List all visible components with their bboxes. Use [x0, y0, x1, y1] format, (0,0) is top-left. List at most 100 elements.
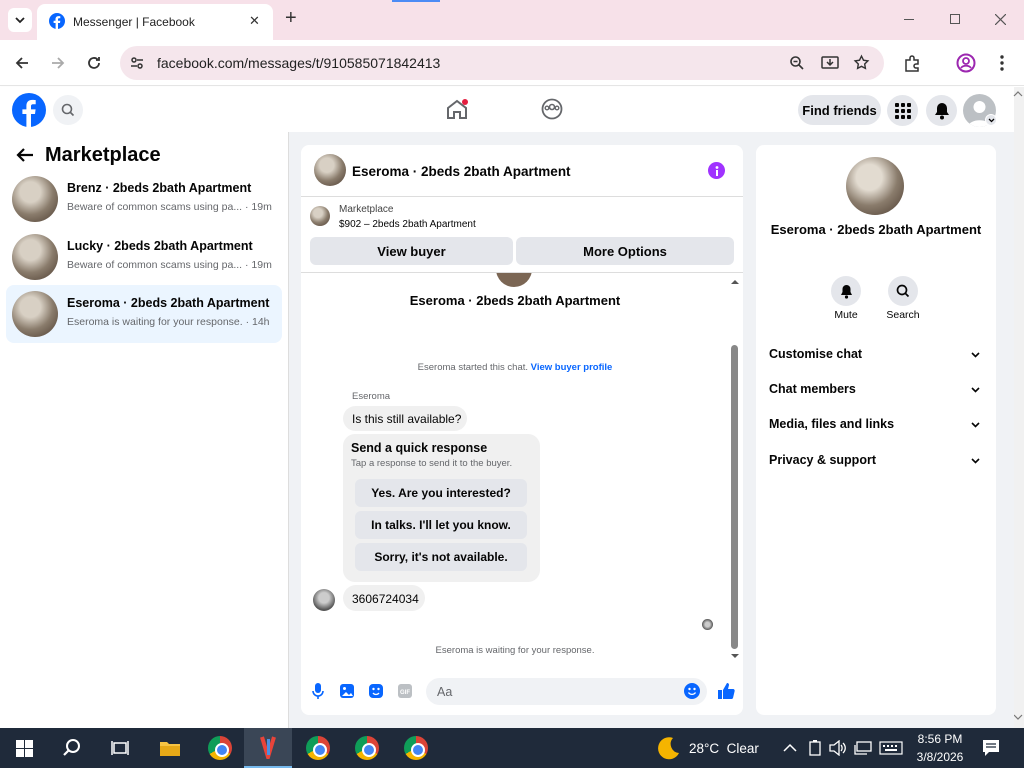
- search-icon: [61, 103, 75, 117]
- scroll-down-icon[interactable]: [730, 653, 740, 659]
- start-button[interactable]: [0, 728, 48, 768]
- sticker-icon[interactable]: [369, 684, 383, 698]
- conversation-item-lucky[interactable]: Lucky · 2beds 2bath Apartment Beware of …: [6, 228, 282, 286]
- quick-response-title: Send a quick response: [351, 441, 488, 455]
- task-view-button[interactable]: [96, 728, 144, 768]
- scroll-up-icon[interactable]: [1013, 91, 1023, 97]
- seen-indicator-avatar: [702, 619, 713, 630]
- conversation-name: Lucky · 2beds 2bath Apartment: [67, 239, 253, 253]
- address-bar[interactable]: facebook.com/messages/t/910585071842413: [120, 46, 884, 80]
- back-arrow-icon[interactable]: [15, 147, 35, 163]
- network-icon[interactable]: [854, 741, 872, 755]
- file-explorer-button[interactable]: [146, 728, 194, 768]
- waiting-notice: Eseroma is waiting for your response.: [435, 645, 595, 656]
- header-divider: [301, 196, 743, 197]
- facebook-logo-icon[interactable]: [12, 93, 46, 127]
- quick-reply-sorry[interactable]: Sorry, it's not available.: [355, 543, 527, 571]
- search-icon: [63, 739, 80, 756]
- conversation-item-eseroma[interactable]: Eseroma · 2beds 2bath Apartment Eseroma …: [6, 285, 282, 343]
- extensions-icon[interactable]: [903, 54, 921, 72]
- tab-search-button[interactable]: [8, 8, 32, 32]
- account-chevron[interactable]: [985, 114, 997, 126]
- zoom-icon[interactable]: [789, 55, 805, 71]
- gif-icon[interactable]: GIF: [398, 684, 412, 698]
- listing-divider: [301, 272, 743, 273]
- battery-icon[interactable]: [808, 740, 822, 756]
- like-thumb-icon[interactable]: [717, 682, 735, 700]
- facebook-search-button[interactable]: [53, 95, 83, 125]
- chrome-taskbar-button-3[interactable]: [343, 728, 391, 768]
- restore-icon[interactable]: [950, 14, 960, 24]
- listing-thumbnail: [310, 206, 330, 226]
- view-buyer-button[interactable]: View buyer: [310, 237, 513, 265]
- quick-reply-yes[interactable]: Yes. Are you interested?: [355, 479, 527, 507]
- search-in-chat-button[interactable]: [888, 276, 918, 306]
- reload-icon[interactable]: [86, 55, 102, 71]
- forward-arrow-icon[interactable]: [50, 55, 66, 71]
- section-privacy-support[interactable]: Privacy & support: [769, 453, 984, 467]
- windows-logo-icon: [15, 739, 33, 757]
- close-tab-icon[interactable]: ✕: [249, 13, 260, 29]
- emoji-icon[interactable]: [684, 683, 700, 699]
- more-options-button[interactable]: More Options: [516, 237, 734, 265]
- app-icon: [260, 736, 276, 759]
- bookmark-star-icon[interactable]: [853, 54, 870, 71]
- section-customise-chat[interactable]: Customise chat: [769, 347, 984, 361]
- conversation-item-brenz[interactable]: Brenz · 2beds 2bath Apartment Beware of …: [6, 170, 282, 228]
- chrome-taskbar-button-1[interactable]: [196, 728, 244, 768]
- details-avatar[interactable]: [846, 157, 904, 215]
- weather-widget[interactable]: 28°C Clear: [655, 728, 765, 768]
- chevron-down-icon: [15, 17, 25, 24]
- chevron-up-icon[interactable]: [783, 743, 797, 752]
- message-text: 3606724034: [352, 592, 419, 606]
- chat-avatar[interactable]: [314, 154, 346, 186]
- message-bubble[interactable]: Is this still available?: [343, 406, 467, 431]
- site-settings-icon[interactable]: [129, 55, 145, 71]
- taskbar-search-button[interactable]: [48, 728, 96, 768]
- tab-messenger[interactable]: Messenger | Facebook ✕: [37, 4, 273, 40]
- back-arrow-icon[interactable]: [14, 55, 30, 71]
- scroll-up-icon[interactable]: [730, 279, 740, 285]
- task-view-icon: [111, 741, 129, 755]
- scroll-down-icon[interactable]: [1013, 714, 1023, 720]
- chrome-taskbar-button-2[interactable]: [294, 728, 342, 768]
- clock[interactable]: 8:56 PM 3/8/2026: [910, 730, 970, 766]
- keyboard-icon[interactable]: [879, 741, 903, 755]
- sender-avatar[interactable]: [313, 589, 335, 611]
- notifications-button[interactable]: [926, 95, 957, 126]
- home-icon[interactable]: [445, 98, 469, 120]
- view-buyer-profile-link[interactable]: View buyer profile: [531, 362, 613, 373]
- microphone-icon[interactable]: [312, 683, 324, 699]
- chat-scrollbar-thumb[interactable]: [731, 345, 738, 649]
- menu-button[interactable]: [887, 95, 918, 126]
- section-chat-members[interactable]: Chat members: [769, 382, 984, 396]
- find-friends-button[interactable]: Find friends: [798, 95, 881, 125]
- message-bubble[interactable]: 3606724034: [343, 585, 425, 611]
- install-app-icon[interactable]: [821, 55, 839, 71]
- mute-button[interactable]: [831, 276, 861, 306]
- message-input[interactable]: Aa: [426, 678, 707, 705]
- active-app-button[interactable]: [244, 728, 292, 768]
- conversation-name: Brenz · 2beds 2bath Apartment: [67, 181, 252, 195]
- chat-header-name[interactable]: Eseroma · 2beds 2bath Apartment: [352, 164, 571, 179]
- chrome-taskbar-button-4[interactable]: [392, 728, 440, 768]
- new-tab-button[interactable]: +: [285, 7, 297, 30]
- url-text[interactable]: facebook.com/messages/t/910585071842413: [157, 55, 440, 71]
- speaker-icon[interactable]: [829, 740, 847, 756]
- kebab-menu-icon[interactable]: [999, 54, 1005, 72]
- conversation-list-panel: Marketplace Brenz · 2beds 2bath Apartmen…: [0, 132, 289, 728]
- chrome-icon: [404, 736, 428, 760]
- chat-info-button[interactable]: [708, 162, 725, 179]
- details-name: Eseroma · 2beds 2bath Apartment: [770, 222, 982, 237]
- close-window-icon[interactable]: [995, 14, 1006, 25]
- photo-icon[interactable]: [340, 684, 354, 698]
- search-label: Search: [886, 309, 920, 321]
- quick-reply-in-talks[interactable]: In talks. I'll let you know.: [355, 511, 527, 539]
- notification-center-icon[interactable]: [982, 739, 1000, 757]
- minimize-icon[interactable]: [904, 19, 914, 20]
- groups-icon[interactable]: [541, 98, 563, 120]
- page-scrollbar[interactable]: [1014, 87, 1024, 728]
- quick-response-card: Send a quick response Tap a response to …: [343, 434, 540, 582]
- profile-icon[interactable]: [956, 53, 976, 73]
- section-media-files[interactable]: Media, files and links: [769, 417, 984, 431]
